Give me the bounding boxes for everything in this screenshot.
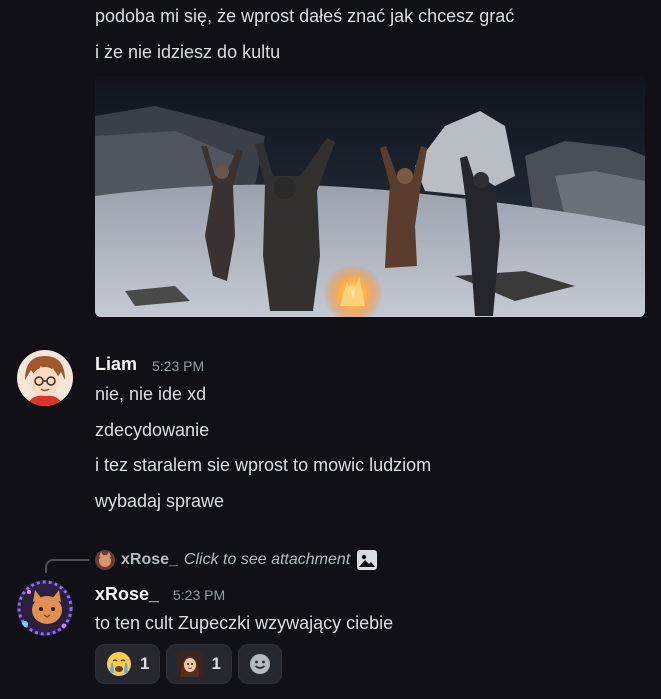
reply-avatar-icon	[95, 550, 115, 570]
crying-emoji-icon	[106, 651, 132, 677]
add-reaction-button[interactable]	[237, 644, 282, 684]
image-icon	[356, 549, 378, 571]
reaction-bar: 1 1	[95, 644, 282, 684]
ritual-scene-image	[95, 76, 645, 317]
message-line: to ten cult Zupeczki wzywający ciebie	[95, 613, 394, 633]
message-line: zdecydowanie	[95, 420, 210, 440]
reaction-custom-face[interactable]: 1	[166, 644, 232, 684]
author-name[interactable]: xRose_	[95, 584, 159, 605]
message-line: i że nie idziesz do kultu	[95, 42, 281, 62]
custom-face-emoji-icon	[177, 651, 204, 677]
timestamp: 5:23 PM	[152, 358, 205, 374]
reaction-count: 1	[211, 654, 221, 673]
avatar[interactable]	[17, 580, 73, 636]
message-line: wybadaj sprawe	[95, 491, 225, 511]
reply-preview[interactable]: Click to see attachment	[184, 551, 350, 569]
message-line: podoba mi się, że wprost dałeś znać jak …	[95, 6, 515, 26]
reaction-count: 1	[140, 654, 150, 673]
reaction-crying[interactable]: 1	[95, 644, 161, 684]
message-line: nie, nie ide xd	[95, 384, 207, 404]
reply-connector	[45, 559, 89, 573]
liam-avatar-icon	[17, 350, 73, 406]
reply-reference[interactable]: xRose_ Click to see attachment	[95, 549, 378, 571]
avatar[interactable]	[17, 350, 73, 406]
timestamp: 5:23 PM	[173, 587, 226, 603]
gif-attachment[interactable]	[95, 76, 645, 317]
message-line: i tez staralem sie wprost to mowic ludzi…	[95, 455, 432, 475]
reply-author[interactable]: xRose_	[121, 551, 178, 569]
xrose-avatar-icon	[17, 580, 73, 636]
smiley-plus-icon	[248, 652, 272, 676]
author-name[interactable]: Liam	[95, 354, 137, 375]
